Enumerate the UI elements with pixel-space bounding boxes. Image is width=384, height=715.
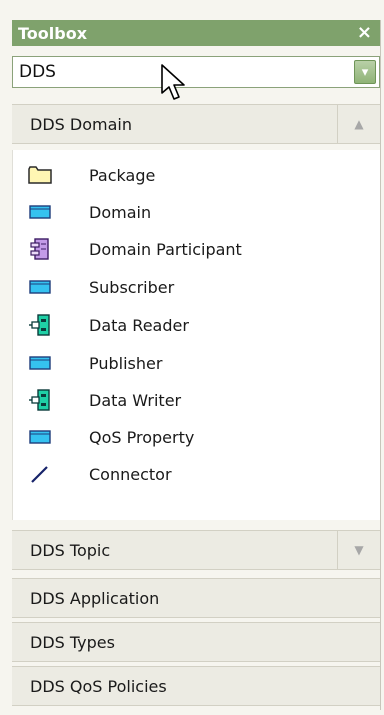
class-icon (27, 275, 53, 299)
section-label: DDS Types (30, 632, 115, 652)
section-dds-qos-policies[interactable]: DDS QoS Policies (12, 666, 380, 706)
toolbox-item-subscriber[interactable]: Subscriber (13, 270, 381, 304)
toolbox-panel: Toolbox × DDS ▾ DDS Domain ▲ Package Dom… (0, 0, 384, 715)
section-label: DDS Application (30, 588, 160, 608)
class-icon (27, 200, 53, 224)
item-label: Package (89, 165, 156, 185)
toolbox-item-publisher[interactable]: Publisher (13, 346, 381, 380)
section-label: DDS Domain (30, 114, 132, 134)
toolbox-item-domain[interactable]: Domain (13, 195, 381, 229)
toolbox-titlebar: Toolbox × (12, 20, 380, 46)
close-icon[interactable]: × (357, 24, 372, 42)
folder-icon (27, 163, 53, 187)
collapse-up-icon[interactable]: ▲ (337, 105, 380, 143)
section-dds-topic[interactable]: DDS Topic ▼ (12, 530, 380, 570)
chevron-down-icon[interactable]: ▾ (354, 60, 376, 84)
toolbox-item-connector[interactable]: Connector (13, 457, 381, 491)
section-dds-types[interactable]: DDS Types (12, 622, 380, 662)
class-icon (27, 351, 53, 375)
item-label: Domain (89, 202, 152, 222)
expand-down-icon[interactable]: ▼ (337, 531, 380, 569)
item-label: Domain Participant (89, 239, 242, 259)
section-dds-domain[interactable]: DDS Domain ▲ (12, 104, 380, 144)
port-component-icon (27, 313, 53, 337)
toolbox-item-domain-participant[interactable]: Domain Participant (13, 232, 381, 266)
section-label: DDS QoS Policies (30, 676, 167, 696)
toolbox-item-data-writer[interactable]: Data Writer (13, 383, 381, 417)
item-label: Data Writer (89, 390, 182, 410)
toolbox-item-data-reader[interactable]: Data Reader (13, 308, 381, 342)
section-label: DDS Topic (30, 540, 111, 560)
item-label: QoS Property (89, 427, 195, 447)
toolbox-category-select[interactable]: DDS ▾ (12, 56, 380, 88)
item-label: Data Reader (89, 315, 189, 335)
item-label: Connector (89, 464, 172, 484)
toolbox-item-package[interactable]: Package (13, 158, 381, 192)
class-icon (27, 425, 53, 449)
toolbox-item-list: Package Domain Domain Participant Subscr… (12, 150, 380, 520)
connector-line-icon (27, 462, 53, 486)
section-dds-application[interactable]: DDS Application (12, 578, 380, 618)
item-label: Publisher (89, 353, 163, 373)
toolbox-item-qos-property[interactable]: QoS Property (13, 420, 381, 454)
component-icon (27, 237, 53, 261)
port-component-icon (27, 388, 53, 412)
toolbox-title: Toolbox (18, 23, 88, 43)
category-select-value: DDS (19, 62, 56, 82)
item-label: Subscriber (89, 277, 175, 297)
